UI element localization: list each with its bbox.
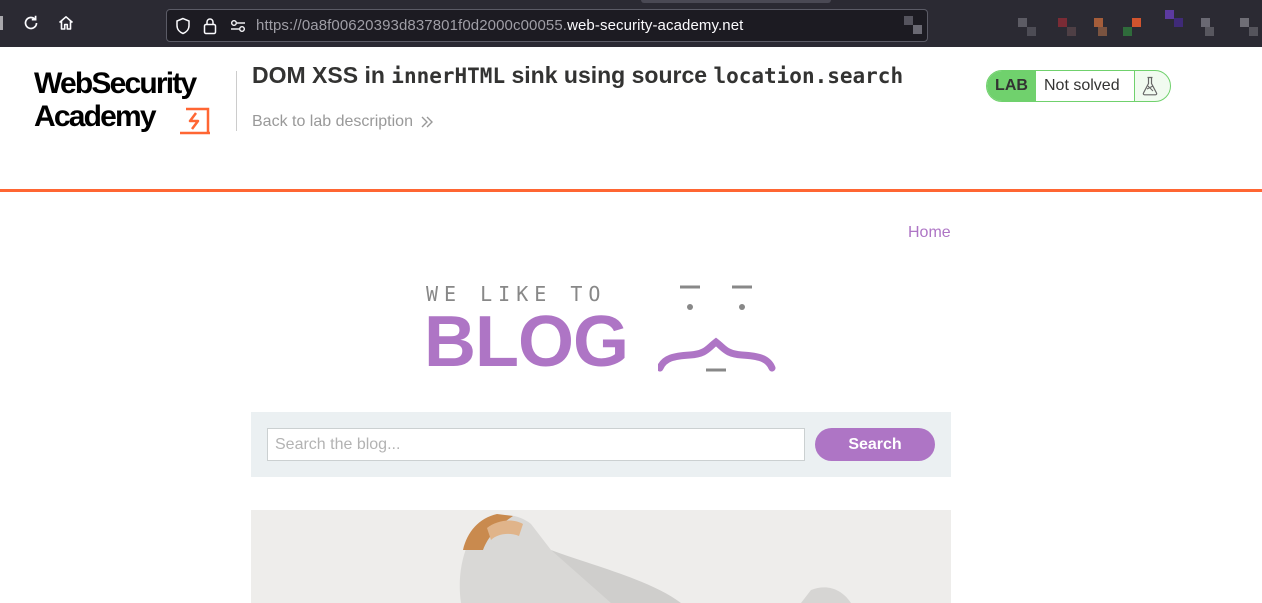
blog-post-image[interactable] bbox=[251, 510, 951, 603]
url-domain: web-security-academy.net bbox=[567, 17, 744, 34]
academy-header: WebSecurity Academy DOM XSS in innerHTML… bbox=[0, 47, 1262, 192]
logo-mark-icon bbox=[180, 107, 210, 135]
logo-line1: WebSecurity bbox=[34, 67, 197, 100]
search-panel: Search bbox=[251, 412, 951, 477]
logo-line2: Academy bbox=[34, 100, 157, 133]
reload-icon[interactable] bbox=[22, 14, 40, 32]
header-divider bbox=[236, 71, 237, 131]
lab-status-text: Not solved bbox=[1036, 71, 1135, 101]
url-prefix: https://0a8f00620393d837801f0d2000c00055… bbox=[256, 17, 568, 34]
tab-strip-edge bbox=[641, 0, 831, 3]
lock-icon[interactable] bbox=[203, 17, 217, 40]
home-nav-link[interactable]: Home bbox=[908, 224, 951, 242]
flask-icon bbox=[1142, 76, 1158, 96]
curly-brace-face-icon bbox=[658, 285, 776, 372]
permissions-icon[interactable] bbox=[230, 19, 246, 38]
lab-badge: LAB bbox=[987, 71, 1036, 101]
back-to-lab-description-link[interactable]: Back to lab description bbox=[252, 113, 413, 131]
search-input[interactable] bbox=[267, 428, 805, 461]
back-arrow-edge bbox=[0, 16, 3, 30]
home-icon[interactable] bbox=[57, 14, 75, 32]
url-text[interactable]: https://0a8f00620393d837801f0d2000c00055… bbox=[256, 17, 743, 34]
double-chevron-right-icon[interactable] bbox=[420, 114, 434, 130]
search-button[interactable]: Search bbox=[815, 428, 935, 461]
browser-toolbar: https://0a8f00620393d837801f0d2000c00055… bbox=[0, 0, 1262, 47]
lab-title: DOM XSS in innerHTML sink using source l… bbox=[252, 62, 904, 88]
lab-status-widget: LAB Not solved bbox=[986, 70, 1171, 102]
web-security-academy-logo[interactable]: WebSecurity Academy bbox=[32, 67, 237, 139]
address-bar[interactable]: https://0a8f00620393d837801f0d2000c00055… bbox=[166, 9, 928, 42]
blog-banner: WE LIKE TO BLOG bbox=[424, 282, 784, 382]
shield-icon[interactable] bbox=[175, 17, 191, 40]
blog-wordmark: BLOG bbox=[424, 302, 629, 382]
